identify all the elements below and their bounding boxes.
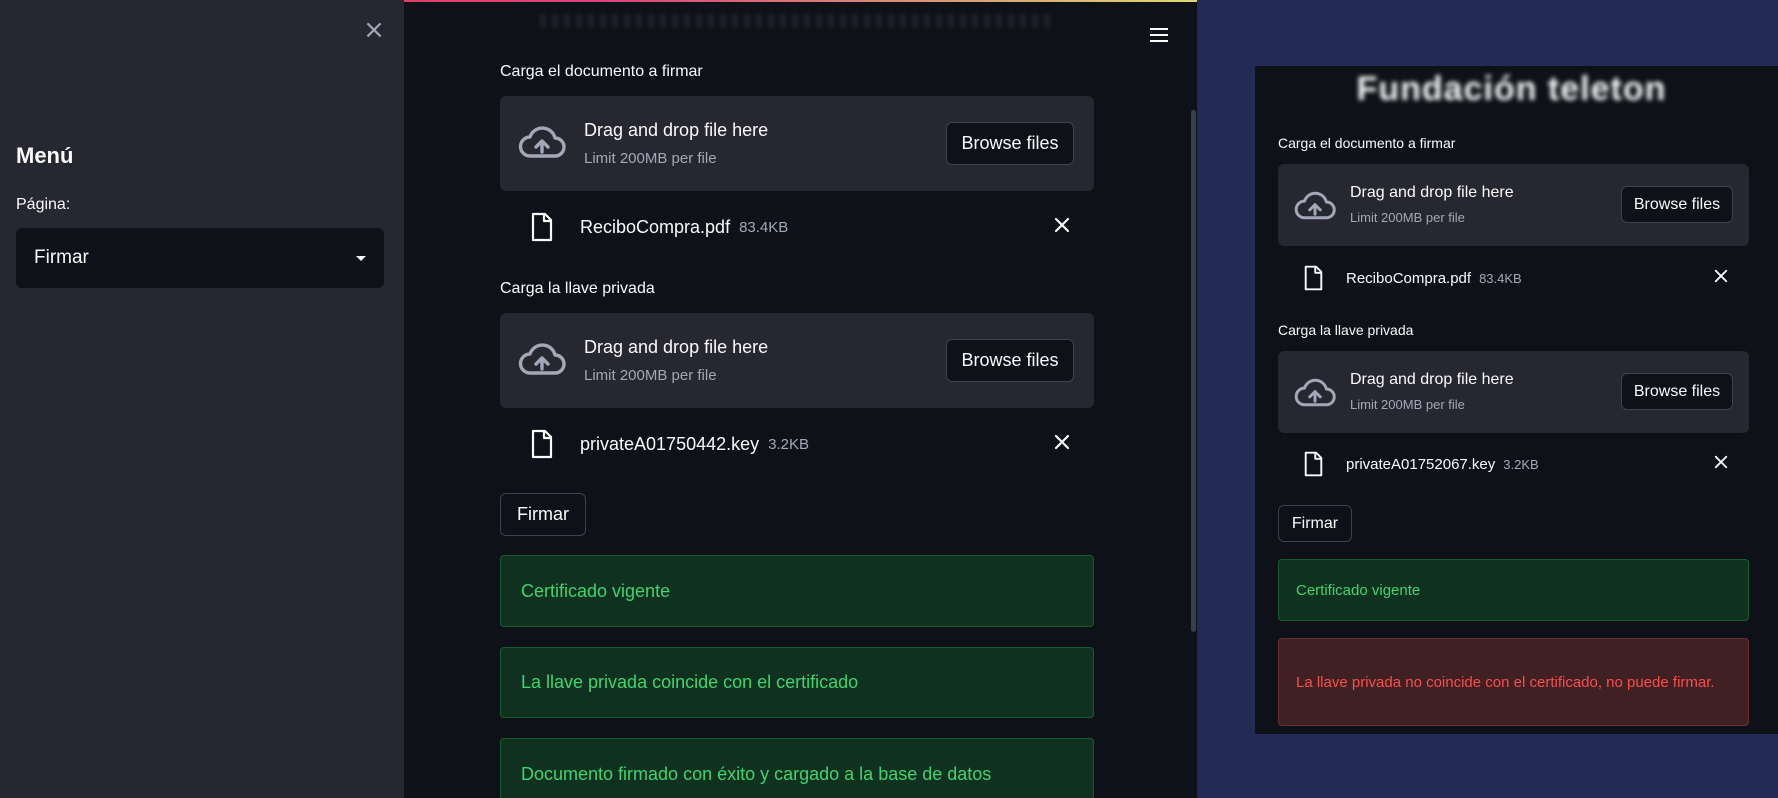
- uploaded-file-row: ReciboCompra.pdf 83.4KB: [530, 212, 788, 242]
- upload-cloud-icon: [1294, 378, 1336, 407]
- remove-file-icon[interactable]: [1054, 217, 1070, 233]
- dropzone-limit: Limit 200MB per file: [1350, 397, 1465, 412]
- error-alert: La llave privada no coincide con el cert…: [1278, 638, 1749, 726]
- page-select-value: Firmar: [34, 247, 89, 268]
- sidebar-menu-title: Menú: [16, 143, 74, 168]
- remove-file-icon[interactable]: [1714, 455, 1728, 469]
- file-size: 3.2KB: [1503, 456, 1539, 472]
- file-name: ReciboCompra.pdf: [1346, 269, 1472, 287]
- file-icon: [1304, 265, 1323, 291]
- page-select[interactable]: Firmar: [16, 228, 384, 288]
- dropzone-limit: Limit 200MB per file: [1350, 210, 1465, 225]
- remove-file-icon[interactable]: [1054, 434, 1070, 450]
- sign-button[interactable]: Firmar: [1278, 505, 1352, 542]
- close-sidebar-icon[interactable]: ×: [362, 17, 386, 43]
- page-select-label: Página:: [16, 196, 71, 213]
- dropzone-title: Drag and drop file here: [584, 120, 769, 140]
- brand-title: Fundación teleton: [1356, 70, 1667, 108]
- document-dropzone[interactable]: Drag and drop file here Limit 200MB per …: [500, 96, 1094, 191]
- dropzone-limit: Limit 200MB per file: [584, 367, 717, 384]
- upload-cloud-icon: [1294, 191, 1336, 220]
- document-dropzone[interactable]: Drag and drop file here Limit 200MB per …: [1278, 164, 1749, 246]
- scrollbar[interactable]: [1191, 110, 1196, 632]
- remove-file-icon[interactable]: [1714, 269, 1728, 283]
- success-alert: Certificado vigente: [1278, 559, 1749, 621]
- private-key-upload-label: Carga la llave privada: [1278, 322, 1414, 338]
- file-name: privateA01750442.key: [580, 433, 760, 454]
- success-alert: Documento firmado con éxito y cargado a …: [500, 738, 1094, 798]
- uploaded-file-row: ReciboCompra.pdf 83.4KB: [1303, 265, 1522, 291]
- success-alert: La llave privada coincide con el certifi…: [500, 647, 1094, 718]
- upload-cloud-icon: [518, 343, 566, 375]
- file-size: 3.2KB: [768, 435, 810, 453]
- file-icon: [531, 429, 553, 459]
- private-key-dropzone[interactable]: Drag and drop file here Limit 200MB per …: [1278, 351, 1749, 433]
- uploaded-file-row: privateA01752067.key 3.2KB: [1303, 451, 1539, 477]
- left-app-window: × Menú Página: Firmar Carga el documento…: [0, 0, 1197, 798]
- dropzone-limit: Limit 200MB per file: [584, 150, 717, 167]
- dropzone-title: Drag and drop file here: [1350, 184, 1514, 201]
- file-icon: [531, 212, 553, 242]
- document-upload-label: Carga el documento a firmar: [500, 63, 703, 80]
- dropzone-title: Drag and drop file here: [1350, 371, 1514, 388]
- file-name: privateA01752067.key: [1346, 455, 1496, 473]
- private-key-dropzone[interactable]: Drag and drop file here Limit 200MB per …: [500, 313, 1094, 408]
- browse-files-button[interactable]: Browse files: [946, 122, 1074, 165]
- file-name: ReciboCompra.pdf: [580, 216, 731, 237]
- browse-files-button[interactable]: Browse files: [946, 339, 1074, 382]
- upload-cloud-icon: [518, 126, 566, 158]
- file-icon: [1304, 451, 1323, 477]
- dropdown-caret-icon: [356, 255, 366, 261]
- sign-button[interactable]: Firmar: [500, 493, 586, 536]
- uploaded-file-row: privateA01750442.key 3.2KB: [530, 429, 809, 459]
- sidebar: × Menú Página: Firmar: [0, 0, 404, 798]
- browse-files-button[interactable]: Browse files: [1621, 186, 1733, 223]
- file-size: 83.4KB: [739, 218, 789, 236]
- blurred-header-text: [540, 14, 1050, 28]
- browse-files-button[interactable]: Browse files: [1621, 373, 1733, 410]
- dropzone-title: Drag and drop file here: [584, 337, 769, 357]
- right-app-window: Fundación teleton Carga el documento a f…: [1255, 66, 1778, 734]
- file-size: 83.4KB: [1479, 270, 1522, 286]
- document-upload-label: Carga el documento a firmar: [1278, 135, 1456, 151]
- private-key-upload-label: Carga la llave privada: [500, 280, 655, 297]
- success-alert: Certificado vigente: [500, 555, 1094, 627]
- menu-icon[interactable]: [1148, 24, 1170, 46]
